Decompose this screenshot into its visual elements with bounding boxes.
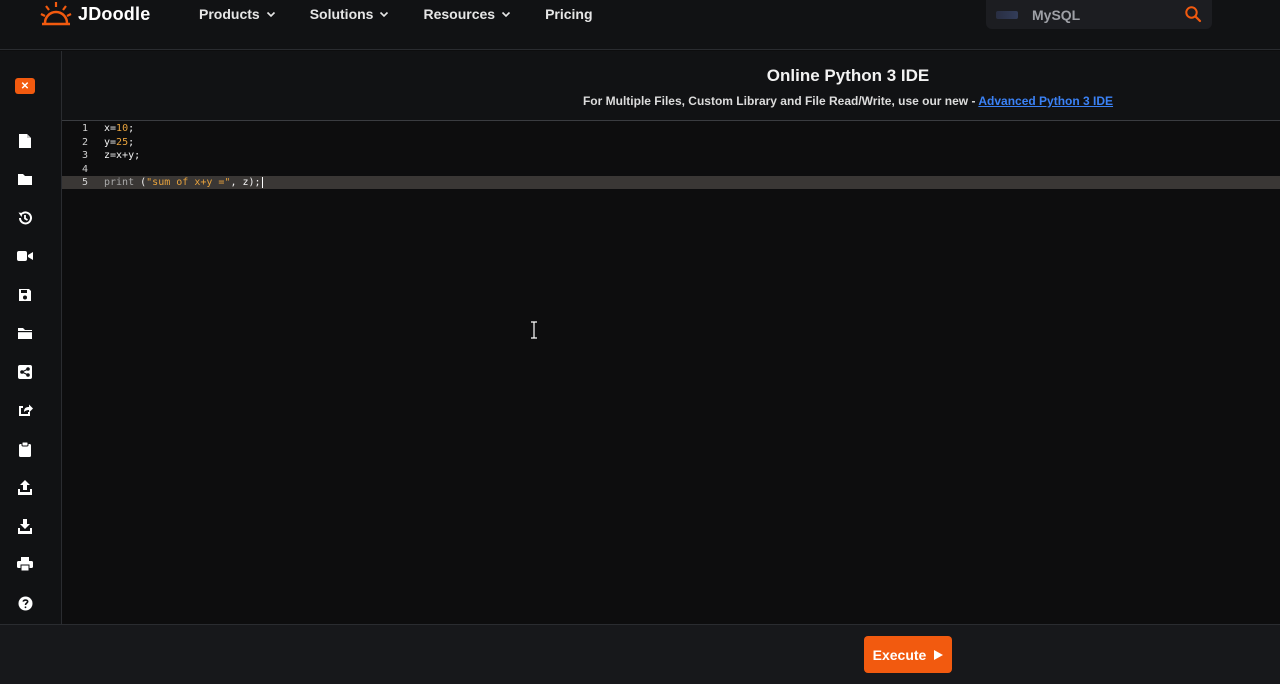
line-number: 1 bbox=[81, 123, 88, 134]
nav-products[interactable]: Products bbox=[199, 6, 276, 22]
upload-icon[interactable] bbox=[16, 478, 34, 496]
clipboard-icon[interactable] bbox=[16, 440, 34, 458]
nav-solutions[interactable]: Solutions bbox=[310, 6, 390, 22]
external-share-icon[interactable] bbox=[16, 401, 34, 419]
play-icon bbox=[934, 649, 944, 660]
code-editor[interactable]: 1 x=10; 2 y=25; 3 z=x+y; 4 5 print ("sum… bbox=[62, 122, 1280, 624]
close-sidebar-button[interactable]: ✕ bbox=[15, 78, 35, 94]
nav-resources[interactable]: Resources bbox=[423, 6, 511, 22]
code-line: 1 x=10; bbox=[62, 122, 1280, 135]
execute-label: Execute bbox=[872, 646, 927, 663]
execute-button[interactable]: Execute bbox=[864, 636, 952, 673]
search-input[interactable] bbox=[1032, 6, 1172, 23]
save-icon[interactable] bbox=[16, 286, 34, 304]
left-toolbar: ✕ bbox=[0, 51, 62, 624]
new-file-icon[interactable] bbox=[16, 132, 34, 150]
nav-label: Products bbox=[199, 6, 260, 22]
code-text: x=10; bbox=[104, 123, 135, 134]
code-line: 3 z=x+y; bbox=[62, 149, 1280, 162]
chevron-down-icon bbox=[501, 11, 511, 18]
print-icon[interactable] bbox=[16, 555, 34, 573]
logo-text: JDoodle bbox=[78, 3, 151, 24]
search-language-badge bbox=[996, 10, 1018, 19]
advanced-ide-link[interactable]: Advanced Python 3 IDE bbox=[978, 94, 1113, 108]
sun-logo-icon bbox=[40, 2, 72, 26]
jdoodle-logo[interactable]: JDoodle bbox=[40, 0, 150, 28]
code-line: 2 y=25; bbox=[62, 136, 1280, 149]
folder-icon[interactable] bbox=[16, 170, 34, 188]
video-icon[interactable] bbox=[16, 247, 34, 265]
nav-label: Pricing bbox=[545, 6, 593, 22]
page-title: Online Python 3 IDE bbox=[766, 66, 930, 85]
nav-label: Resources bbox=[423, 6, 496, 22]
main-nav: Products Solutions Resources Pricing bbox=[199, 0, 627, 28]
chevron-down-icon bbox=[380, 11, 389, 18]
subtitle-text: For Multiple Files, Custom Library and F… bbox=[582, 94, 979, 108]
code-text: z=x+y; bbox=[104, 150, 141, 161]
line-number: 3 bbox=[81, 150, 88, 161]
bottom-bar: Execute bbox=[0, 624, 1280, 684]
text-cursor-icon bbox=[531, 321, 537, 339]
download-icon[interactable] bbox=[16, 517, 34, 535]
search-box bbox=[986, 0, 1212, 29]
page-subtitle: For Multiple Files, Custom Library and F… bbox=[62, 94, 1280, 108]
search-icon[interactable] bbox=[1184, 5, 1202, 23]
code-text: y=25; bbox=[104, 137, 135, 148]
chevron-down-icon bbox=[266, 11, 275, 18]
code-line-active: 5 print ("sum of x+y =", z); bbox=[62, 176, 1280, 189]
code-text: print ("sum of x+y =", z); bbox=[104, 177, 263, 188]
history-icon[interactable] bbox=[16, 209, 34, 227]
line-number: 4 bbox=[81, 164, 88, 175]
open-folder-icon[interactable] bbox=[16, 324, 34, 342]
share-icon[interactable] bbox=[16, 363, 34, 381]
ide-header: Online Python 3 IDE For Multiple Files, … bbox=[62, 51, 1280, 121]
line-number: 5 bbox=[81, 177, 88, 188]
nav-label: Solutions bbox=[309, 6, 374, 22]
code-line: 4 bbox=[62, 163, 1280, 176]
nav-pricing[interactable]: Pricing bbox=[545, 6, 592, 22]
line-number: 2 bbox=[81, 137, 88, 148]
help-icon[interactable] bbox=[16, 594, 34, 612]
top-navbar: JDoodle Products Solutions Resources Pri… bbox=[0, 0, 1280, 50]
